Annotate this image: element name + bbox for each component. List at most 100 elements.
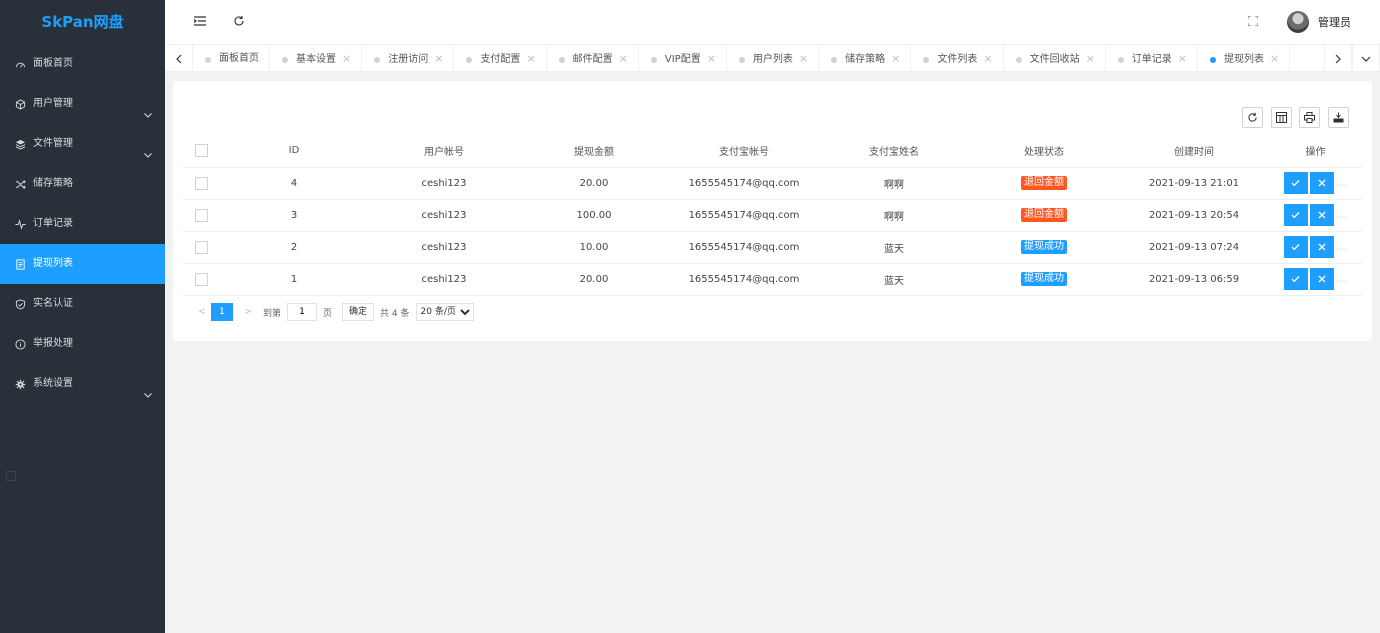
prev-page-button[interactable]: < <box>193 307 211 317</box>
chevron-down-icon <box>143 98 153 118</box>
goto-page-input[interactable] <box>287 303 318 321</box>
reject-button[interactable] <box>1309 236 1334 258</box>
sidebar-item[interactable]: 订单记录 <box>0 204 165 244</box>
approve-button[interactable] <box>1283 204 1308 226</box>
cell-created: 2021-09-13 21:01 <box>1119 167 1269 200</box>
tab[interactable]: VIP配置 × <box>639 45 727 73</box>
shuffle-icon <box>14 178 26 190</box>
cell-select <box>183 263 219 296</box>
tab-dot <box>558 57 565 63</box>
more-actions-icon[interactable]: … <box>1338 210 1348 221</box>
column-header[interactable]: 提现金额 <box>519 135 669 168</box>
print-icon[interactable] <box>1299 107 1320 128</box>
tab[interactable]: 储存策略 × <box>819 45 912 73</box>
close-icon[interactable]: × <box>342 52 351 65</box>
close-icon[interactable]: × <box>983 52 992 65</box>
approve-button[interactable] <box>1283 172 1308 194</box>
tab-dot <box>205 57 211 63</box>
tab[interactable]: 订单记录 × <box>1106 45 1199 73</box>
close-icon[interactable]: × <box>707 52 716 65</box>
approve-button[interactable] <box>1283 268 1308 290</box>
tab[interactable]: 基本设置 × <box>270 45 363 73</box>
sidebar-item[interactable]: 提现列表 <box>0 244 165 284</box>
row-checkbox[interactable] <box>194 208 208 222</box>
close-icon[interactable]: × <box>1086 52 1095 65</box>
cell-actions: … <box>1269 199 1362 232</box>
approve-button[interactable] <box>1283 236 1308 258</box>
close-icon[interactable]: × <box>619 52 628 65</box>
sidebar-item[interactable]: 面板首页 <box>0 44 165 84</box>
row-checkbox[interactable] <box>194 240 208 254</box>
tab-dot <box>1210 57 1217 63</box>
column-header[interactable]: 处理状态 <box>969 135 1119 168</box>
row-checkbox[interactable] <box>194 176 208 190</box>
cell-id: 3 <box>219 199 369 232</box>
cell-account: ceshi123 <box>369 199 519 232</box>
table-row[interactable]: 2 ceshi123 10.00 1655545174@qq.com 蓝天 提现成功 202… <box>183 231 1362 264</box>
tab-label: 文件列表 <box>937 54 978 65</box>
sidebar-item[interactable]: 实名认证 <box>0 284 165 324</box>
column-header[interactable]: 创建时间 <box>1119 135 1269 168</box>
close-icon[interactable]: × <box>526 52 535 65</box>
next-page-button[interactable]: > <box>239 307 257 317</box>
tab[interactable]: 用户列表 × <box>727 45 820 73</box>
tabs-dropdown-button[interactable] <box>1352 45 1380 73</box>
app-logo[interactable]: SkPan网盘 <box>0 0 165 44</box>
column-header[interactable]: 支付宝帐号 <box>669 135 819 168</box>
more-actions-icon[interactable]: … <box>1338 274 1348 285</box>
table-row[interactable]: 4 ceshi123 20.00 1655545174@qq.com 啊啊 退回金额 202… <box>183 167 1362 200</box>
tab-label: 用户列表 <box>752 54 793 65</box>
sidebar-item[interactable]: 举报处理 <box>0 324 165 364</box>
column-header[interactable]: 用户帐号 <box>369 135 519 168</box>
page-size-select[interactable]: 20 条/页 <box>415 303 474 321</box>
close-icon[interactable]: × <box>799 52 808 65</box>
sidebar-item[interactable]: 文件管理 <box>0 124 165 164</box>
layers-icon <box>14 138 26 150</box>
reject-button[interactable] <box>1309 172 1334 194</box>
tab[interactable]: 注册访问 × <box>362 45 455 73</box>
reject-button[interactable] <box>1309 204 1334 226</box>
sidebar-item[interactable]: 储存策略 <box>0 164 165 204</box>
sidebar-item[interactable]: 系统设置 <box>0 364 165 404</box>
export-icon[interactable] <box>1328 107 1349 128</box>
goto-confirm-button[interactable]: 确定 <box>342 303 375 321</box>
refresh-icon[interactable] <box>232 14 246 28</box>
cell-status: 退回金额 <box>969 199 1119 232</box>
more-actions-icon[interactable]: … <box>1338 242 1348 253</box>
tab[interactable]: 支付配置 × <box>454 45 547 73</box>
row-checkbox[interactable] <box>194 272 208 286</box>
column-header[interactable]: 支付宝姓名 <box>819 135 969 168</box>
tab[interactable]: 文件列表 × <box>911 45 1004 73</box>
tab[interactable]: 邮件配置 × <box>547 45 639 73</box>
table-row[interactable]: 3 ceshi123 100.00 1655545174@qq.com 啊啊 退回金额 20… <box>183 199 1362 232</box>
tabs-prev-button[interactable] <box>165 45 193 73</box>
table-refresh-button[interactable] <box>1242 107 1263 128</box>
withdraw-table: ID 用户帐号 提现金额 支付宝帐号 支付宝姓名 处理状态 创建时间 操作 4c… <box>183 135 1362 296</box>
cell-select <box>183 199 219 232</box>
sidebar-checkbox[interactable] <box>6 471 16 481</box>
sidebar-item-label: 提现列表 <box>33 258 73 269</box>
avatar[interactable] <box>1287 11 1309 33</box>
tab[interactable]: 面板首页 <box>193 45 270 73</box>
fullscreen-icon[interactable] <box>1246 14 1260 28</box>
close-icon[interactable]: × <box>891 52 900 65</box>
close-icon[interactable]: × <box>434 52 443 65</box>
close-icon[interactable]: × <box>1178 52 1187 65</box>
select-all-checkbox[interactable] <box>194 144 208 158</box>
tab[interactable]: 提现列表 × <box>1198 45 1291 73</box>
close-icon[interactable]: × <box>1270 52 1279 65</box>
more-actions-icon[interactable]: … <box>1338 178 1348 189</box>
tabs-next-button[interactable] <box>1324 45 1352 73</box>
menu-fold-icon[interactable] <box>193 14 207 28</box>
user-name[interactable]: 管理员 <box>1318 14 1351 30</box>
shield-check-icon <box>14 298 26 310</box>
column-header[interactable]: ID <box>219 135 369 168</box>
column-filter-icon[interactable] <box>1271 107 1292 128</box>
reject-button[interactable] <box>1309 268 1334 290</box>
tab[interactable]: 文件回收站 × <box>1004 45 1106 73</box>
sidebar-item[interactable]: 用户管理 <box>0 84 165 124</box>
table-row[interactable]: 1 ceshi123 20.00 1655545174@qq.com 蓝天 提现成功 202… <box>183 263 1362 296</box>
current-page-button[interactable]: 1 <box>211 303 233 321</box>
tab-dot <box>1117 57 1124 63</box>
cell-select <box>183 231 219 264</box>
